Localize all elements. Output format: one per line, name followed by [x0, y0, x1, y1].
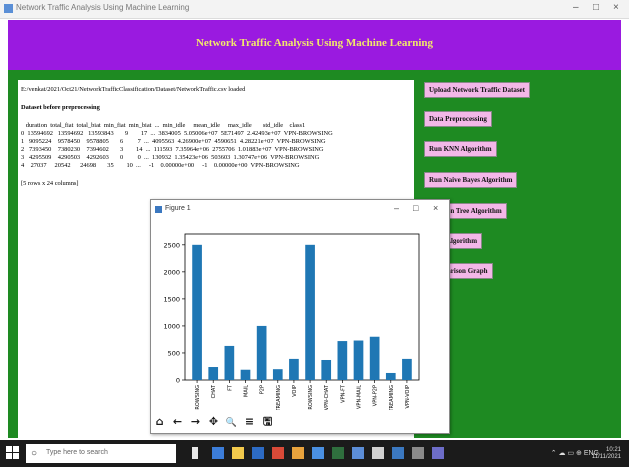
figure-toolbar: ⌂ ← → ✥ 🔍 ≡ 🖫	[153, 412, 275, 428]
app-icon-word[interactable]	[352, 447, 364, 459]
app-icon-red[interactable]	[272, 447, 284, 459]
x-tick-label: VPN-FT	[340, 384, 346, 403]
output-line: [5 rows x 24 columns]	[21, 180, 79, 187]
search-placeholder: Type here to search	[46, 449, 108, 456]
x-tick-label: VPN-STREAMING	[389, 385, 395, 410]
app-icon-purple[interactable]	[432, 447, 444, 459]
taskview-icon[interactable]	[192, 447, 198, 459]
zoom-icon[interactable]: 🔍	[225, 417, 238, 430]
bar	[224, 345, 235, 380]
window-title: Network Traffic Analysis Using Machine L…	[16, 3, 190, 12]
plot-frame	[184, 233, 420, 381]
app-icon-python[interactable]	[392, 447, 404, 459]
pan-icon[interactable]: ✥	[207, 415, 220, 428]
x-tick-label: STREAMING	[276, 385, 282, 410]
upload-dataset-button[interactable]: Upload Network Traffic Dataset	[424, 82, 530, 98]
y-tick-label: 2000	[163, 268, 180, 276]
figure-minimize-button[interactable]: –	[394, 203, 399, 213]
output-line: 2 7393450 7380230 7394602 3 14 ... 11159…	[21, 146, 324, 153]
output-line: E:/venkat/2021/Oct21/NetworkTrafficClass…	[21, 86, 246, 93]
close-button[interactable]: ×	[613, 2, 619, 13]
output-line: 3 4295509 4290503 4292603 0 0 ... 130932…	[21, 154, 320, 161]
app-header: Network Traffic Analysis Using Machine L…	[8, 20, 621, 70]
app-icon-blue[interactable]	[312, 447, 324, 459]
bar	[402, 358, 412, 380]
back-icon[interactable]: ←	[171, 415, 184, 428]
clock-time: 10:21	[605, 447, 621, 453]
x-tick-label: VPN-CHAT	[324, 384, 330, 410]
app-icon	[4, 4, 13, 13]
preprocessing-button[interactable]: Data Preprocessing	[424, 111, 492, 127]
x-tick-label: BROWSING	[195, 385, 201, 410]
bar-chart: 0 500 1000 1500 2000 2500 BROWSING CHAT FT MAIL P2…	[163, 233, 420, 410]
app-icon-settings[interactable]	[412, 447, 424, 459]
app-icon-orange[interactable]	[292, 447, 304, 459]
edge-icon[interactable]	[212, 447, 224, 459]
y-tick-label: 0	[176, 377, 180, 385]
maximize-button[interactable]: □	[593, 2, 599, 13]
store-icon[interactable]	[252, 447, 264, 459]
bar	[256, 325, 267, 380]
y-tick-label: 2500	[163, 241, 180, 249]
bar	[321, 359, 332, 380]
y-tick-label: 1500	[163, 295, 180, 303]
explorer-icon[interactable]	[232, 447, 244, 459]
y-tick-label: 500	[168, 349, 180, 357]
bar	[240, 369, 251, 380]
output-line: Dataset before preprocessing	[21, 104, 100, 111]
windows-start-icon[interactable]	[6, 446, 20, 460]
bar	[337, 341, 348, 380]
app-icon-gray[interactable]	[372, 447, 384, 459]
output-line: 0 13594692 13594692 13593843 9 17 ... 38…	[21, 130, 333, 137]
configure-icon[interactable]: ≡	[243, 415, 256, 428]
output-line: 1 9095224 9578450 9578805 6 7 ... 409556…	[21, 138, 326, 145]
bar	[289, 358, 299, 380]
output-line: duration total_fiat total_biat min_fiat …	[21, 122, 306, 129]
home-icon[interactable]: ⌂	[153, 415, 166, 428]
bar	[208, 367, 219, 380]
x-tick-label: VPN-MAIL	[357, 385, 363, 409]
minimize-button[interactable]: –	[573, 2, 579, 13]
figure-maximize-button[interactable]: □	[413, 203, 418, 213]
bar	[385, 372, 396, 380]
figure-title: Figure 1	[165, 205, 191, 212]
bar	[192, 244, 202, 380]
bar	[353, 340, 364, 380]
save-icon[interactable]: 🖫	[261, 415, 274, 428]
y-tick-label: 1000	[163, 322, 180, 330]
bar	[369, 336, 380, 380]
app-icon-green[interactable]	[332, 447, 344, 459]
search-icon: ○	[31, 448, 38, 459]
run-knn-button[interactable]: Run KNN Algorithm	[424, 141, 497, 157]
taskbar: ○ Type here to search ⌃ ☁ ▭ ⊕ ENG 10:21 …	[0, 440, 629, 467]
clock-date: 11/11/2021	[591, 454, 621, 460]
x-tick-label: VPN-P2P	[373, 385, 379, 406]
window-titlebar: Network Traffic Analysis Using Machine L…	[0, 0, 629, 19]
bar	[305, 244, 315, 380]
x-tick-label: VOIP	[292, 385, 298, 397]
output-line: 4 27037 20542 24698 35 10 ... -1 0.00000…	[21, 162, 300, 169]
taskbar-search[interactable]: ○ Type here to search	[26, 444, 176, 463]
app-title: Network Traffic Analysis Using Machine L…	[195, 37, 433, 49]
forward-icon[interactable]: →	[189, 415, 202, 428]
x-tick-label: P2P	[260, 385, 266, 394]
x-tick-label: VPN-BROWSING	[308, 385, 314, 410]
figure-icon	[155, 206, 162, 213]
run-naive-bayes-button[interactable]: Run Naive Bayes Algorithm	[424, 172, 518, 188]
x-tick-label: FT	[227, 384, 233, 391]
taskbar-clock[interactable]: 10:21 11/11/2021	[592, 447, 621, 461]
x-tick-label: CHAT	[211, 384, 217, 398]
x-tick-label: VPN-VOIP	[405, 385, 411, 408]
x-tick-label: MAIL	[244, 385, 250, 397]
figure-close-button[interactable]: ×	[433, 203, 438, 213]
bar	[272, 369, 283, 380]
figure-window[interactable]: Figure 1 – □ × 0 500 1000 1500 2000 2500 BROWS…	[150, 199, 450, 434]
